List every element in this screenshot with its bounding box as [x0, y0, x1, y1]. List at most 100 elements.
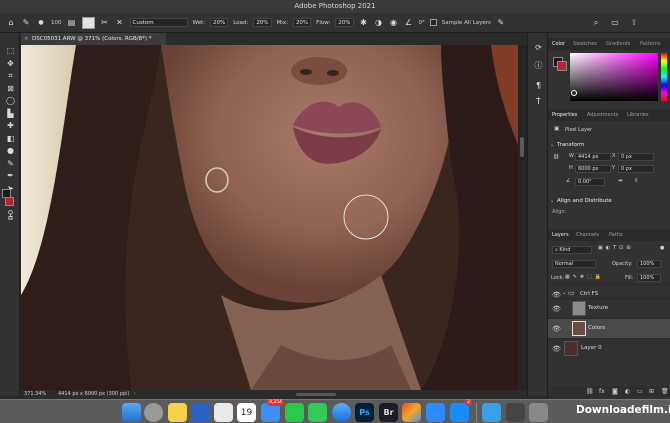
close-tab-icon[interactable]: ×	[24, 33, 29, 45]
visibility-eye-icon[interactable]: 👁	[552, 325, 561, 333]
tab-properties[interactable]: Properties	[552, 109, 577, 121]
visibility-eye-icon[interactable]: 👁	[552, 345, 561, 353]
photoshop-icon[interactable]: Ps	[355, 403, 374, 422]
height-field[interactable]: 6000 px	[575, 165, 611, 173]
wet-field[interactable]: 20%	[210, 18, 229, 27]
home-icon[interactable]: ⌂	[6, 18, 16, 28]
pressure-icon[interactable]: ◉	[389, 18, 399, 28]
link-layers-icon[interactable]: ⛓	[586, 386, 594, 398]
mail-icon[interactable]: 9,254	[261, 400, 284, 422]
bg-color-chip[interactable]	[557, 61, 567, 71]
fill-field[interactable]: 100%	[637, 274, 661, 282]
maps-icon[interactable]	[214, 403, 233, 422]
character-icon[interactable]: Ṫ	[533, 97, 544, 107]
move-tool-icon[interactable]: ✥	[5, 59, 16, 69]
tab-color[interactable]: Color	[552, 38, 565, 50]
pen-tool-icon[interactable]: ✒	[5, 171, 16, 181]
finder-icon[interactable]	[122, 403, 141, 422]
brush-settings-icon[interactable]: ▤	[67, 18, 77, 28]
airbrush-icon[interactable]: ✱	[359, 18, 369, 28]
load-swatch[interactable]	[81, 16, 95, 29]
mix-field[interactable]: 20%	[292, 18, 312, 27]
status-arrow-icon[interactable]: ›	[134, 390, 136, 399]
flip-vertical-icon[interactable]: ⇳	[634, 178, 639, 184]
fx-icon[interactable]: fx	[599, 386, 605, 398]
layer-row[interactable]: 👁 Layer 0	[548, 338, 670, 358]
group-expand-icon[interactable]: ⌄	[562, 290, 566, 296]
tab-patterns[interactable]: Patterns	[640, 38, 661, 50]
mask-icon[interactable]: ◙	[612, 386, 618, 398]
link-dimensions-icon[interactable]: ⛓	[553, 154, 559, 160]
app-store-icon[interactable]: 2	[450, 400, 472, 422]
workspace-icon[interactable]: ▭	[610, 18, 620, 28]
angle-icon[interactable]: ∠	[404, 18, 414, 28]
filter-icons[interactable]: ▣◐T⊡⊞	[598, 245, 634, 251]
hue-slider[interactable]	[661, 53, 667, 101]
zoom-level[interactable]: 371.34%	[24, 390, 46, 399]
trash-can-icon[interactable]	[529, 403, 548, 422]
properties-icon[interactable]: ⓘ	[533, 61, 544, 71]
x-field[interactable]: 0 px	[618, 153, 654, 161]
document-canvas[interactable]	[21, 45, 518, 390]
transform-collapse-icon[interactable]: ⌄	[550, 142, 554, 148]
angle-field[interactable]: 0.00°	[575, 178, 605, 186]
pressure-size-icon[interactable]: ✎	[496, 18, 506, 28]
notes-icon[interactable]	[168, 403, 187, 422]
brush-preset-picker-icon[interactable]: ●	[36, 18, 46, 28]
tab-adjustments[interactable]: Adjustments	[587, 109, 618, 121]
angle-value[interactable]: 0°	[419, 20, 425, 26]
tab-libraries[interactable]: Libraries	[627, 109, 649, 121]
brush-tool-icon[interactable]: ✎	[5, 159, 16, 169]
lasso-tool-icon[interactable]: ◯	[5, 96, 16, 106]
lock-icons[interactable]: ▦✎✥⬚🔒	[565, 274, 604, 280]
final-cut-icon[interactable]	[402, 403, 421, 422]
vertical-scrollbar[interactable]	[518, 45, 527, 390]
vertical-scroll-thumb[interactable]	[520, 137, 524, 157]
crop-tool-icon[interactable]: ⌗	[5, 71, 16, 81]
tab-gradients[interactable]: Gradients	[606, 38, 630, 50]
tab-paths[interactable]: Paths	[609, 229, 623, 241]
new-layer-icon[interactable]: ⊞	[649, 386, 654, 398]
tab-layers[interactable]: Layers	[552, 229, 569, 241]
new-group-icon[interactable]: ▭	[637, 386, 643, 398]
filter-toggle-icon[interactable]: ●	[660, 245, 664, 251]
blend-preset-select[interactable]: Custom	[129, 18, 188, 27]
xcode-icon[interactable]	[191, 403, 210, 422]
layer-row[interactable]: 👁 Texture	[548, 298, 670, 318]
document-tab[interactable]: × DSC05031.ARW @ 371% (Colors, RGB/8*) *	[21, 33, 166, 45]
layer-filter-select[interactable]: ⌕ Kind	[552, 246, 592, 254]
messages-icon[interactable]	[308, 403, 327, 422]
blend-mode-select[interactable]: Normal	[552, 260, 596, 268]
tab-channels[interactable]: Channels	[576, 229, 599, 241]
dodge-tool-icon[interactable]: ●	[5, 146, 16, 156]
mixer-brush-tool-icon[interactable]: ✎	[21, 18, 31, 28]
tab-swatches[interactable]: Swatches	[573, 38, 597, 50]
flow-field[interactable]: 20%	[335, 18, 354, 27]
bridge-icon[interactable]: Br	[379, 403, 398, 422]
smoothing-icon[interactable]: ◑	[374, 18, 384, 28]
marquee-tool-icon[interactable]: ⬚	[5, 46, 16, 56]
search-icon[interactable]: ⌕	[591, 18, 601, 28]
heal-tool-icon[interactable]: ✚	[5, 121, 16, 131]
flip-horizontal-icon[interactable]: ⇹	[618, 178, 623, 184]
sample-all-checkbox[interactable]	[429, 19, 437, 26]
screenshot-icon[interactable]	[506, 403, 525, 422]
visibility-eye-icon[interactable]: 👁	[552, 305, 561, 313]
adjustment-icon[interactable]: ◐	[625, 386, 630, 398]
stamp-tool-icon[interactable]: ▙	[5, 109, 16, 119]
load-brush-icon[interactable]: ✕	[115, 18, 125, 28]
eraser-tool-icon[interactable]: ◧	[5, 134, 16, 144]
background-color-swatch[interactable]	[5, 197, 14, 206]
horizontal-scroll-thumb[interactable]	[296, 393, 336, 396]
color-picker-ring[interactable]	[571, 90, 577, 96]
share-icon[interactable]: ⇪	[629, 18, 639, 28]
frame-tool-icon[interactable]: ⊠	[5, 84, 16, 94]
system-preferences-icon[interactable]	[144, 403, 163, 422]
load-field[interactable]: 20%	[253, 18, 272, 27]
align-collapse-icon[interactable]: ⌄	[550, 198, 554, 204]
layer-row-selected[interactable]: 👁 Colors	[548, 318, 670, 338]
downloads-folder-icon[interactable]	[482, 403, 501, 422]
paragraph-icon[interactable]: ¶	[533, 81, 544, 91]
quick-mask-icon[interactable]: ⧈	[5, 213, 16, 223]
clean-brush-icon[interactable]: ✂	[100, 18, 110, 28]
